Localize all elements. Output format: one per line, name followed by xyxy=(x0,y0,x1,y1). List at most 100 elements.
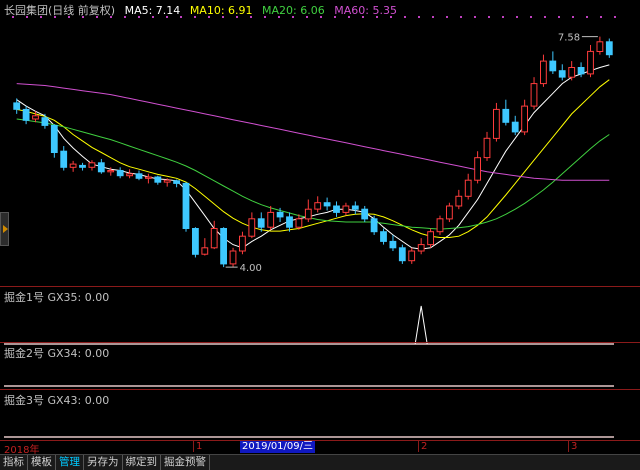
candle-body xyxy=(60,150,68,168)
candle-body xyxy=(173,180,180,184)
candle-body xyxy=(605,41,613,56)
candle-body xyxy=(50,125,58,153)
candle-body xyxy=(154,176,162,183)
top-marker-dot xyxy=(460,16,462,18)
candle-body xyxy=(530,83,538,107)
candle-body xyxy=(220,228,227,265)
candle-body xyxy=(333,205,340,213)
candle-body xyxy=(41,117,49,126)
tab-bind-to[interactable]: 绑定到 xyxy=(123,455,161,470)
time-tick xyxy=(418,440,419,452)
candle-body xyxy=(558,70,566,78)
top-marker-dot xyxy=(572,16,574,18)
top-marker-dot xyxy=(404,16,406,18)
candle-body xyxy=(88,162,96,168)
time-label-2: 2 xyxy=(421,441,428,452)
cursor-date: 2019/01/09/三 xyxy=(240,441,316,453)
stock-title: 长园集团(日线 前复权) xyxy=(4,4,116,17)
tab-save-as[interactable]: 另存为 xyxy=(84,455,123,470)
candle-body xyxy=(239,235,246,252)
tab-alert[interactable]: 掘金预警 xyxy=(161,455,210,470)
panel-divider xyxy=(0,389,640,390)
candle-body xyxy=(304,208,312,220)
time-label-1: 1 xyxy=(196,441,203,452)
candle-body xyxy=(389,240,397,249)
top-marker-dot xyxy=(516,16,518,18)
candle-body xyxy=(267,211,275,228)
top-marker-dot xyxy=(614,16,616,18)
candle-body xyxy=(32,115,39,120)
candle-body xyxy=(568,67,576,78)
ma5-readout: MA5: 7.14 xyxy=(124,4,181,17)
candle-body xyxy=(511,121,519,133)
candle-body xyxy=(229,250,237,265)
top-marker-dot xyxy=(488,16,490,18)
candle-body xyxy=(107,170,115,173)
candle-body xyxy=(380,231,387,242)
panel1-label: 掘金1号 GX35: 0.00 xyxy=(4,291,110,304)
candle-body xyxy=(540,60,547,85)
candle-body xyxy=(126,173,133,177)
panel-divider xyxy=(0,342,640,343)
ma-line-ma20 xyxy=(16,118,610,230)
candle-body xyxy=(342,205,350,213)
candle-body xyxy=(69,163,77,168)
candle-body xyxy=(145,176,152,179)
ma-line-ma5 xyxy=(16,64,610,250)
candle-body xyxy=(587,50,594,75)
time-tick xyxy=(193,440,194,452)
ma60-readout: MA60: 5.35 xyxy=(334,4,397,17)
time-tick xyxy=(568,440,569,452)
candle-body xyxy=(417,244,425,252)
candle-body xyxy=(13,102,21,110)
top-marker-dot xyxy=(432,16,434,18)
candle-body xyxy=(521,105,529,133)
indicator-toolbar: 指标 模板 管理 另存为 绑定到 掘金预警 xyxy=(0,454,640,470)
candle-body xyxy=(97,162,105,173)
candle-body xyxy=(295,218,303,228)
top-marker-dot xyxy=(446,16,448,18)
candle-body xyxy=(474,157,482,181)
tab-template[interactable]: 模板 xyxy=(28,455,56,470)
candle-body xyxy=(314,202,322,210)
candle-body xyxy=(79,164,86,168)
stock-chart[interactable]: 7.58 4.00 长园集团(日线 前复权) MA5: 7.14 MA10: 6.… xyxy=(0,0,640,470)
candle-body xyxy=(192,228,199,255)
candle-body xyxy=(201,247,209,255)
ma20-readout: MA20: 6.06 xyxy=(262,4,325,17)
candle-body xyxy=(398,247,406,262)
candle-body xyxy=(323,202,331,207)
candle-body xyxy=(361,208,369,220)
candle-body xyxy=(135,173,143,179)
candle-body xyxy=(549,60,557,72)
candle-body xyxy=(483,137,491,159)
candle-body xyxy=(276,211,284,218)
candle-body xyxy=(455,195,463,207)
low-price-label: 4.00 xyxy=(240,263,262,274)
top-marker-dot xyxy=(474,16,476,18)
top-marker-dot xyxy=(418,16,420,18)
candle-body xyxy=(370,218,378,233)
time-axis xyxy=(0,440,640,455)
panel2-label: 掘金2号 GX34: 0.00 xyxy=(4,347,110,360)
candle-body xyxy=(577,67,585,75)
candle-body xyxy=(596,41,604,52)
candle-body xyxy=(493,108,500,139)
candle-body xyxy=(163,179,171,183)
ma10-readout: MA10: 6.91 xyxy=(189,4,253,17)
ma-line-ma10 xyxy=(16,79,610,238)
candle-body xyxy=(351,205,359,210)
panel3-label: 掘金3号 GX43: 0.00 xyxy=(4,394,110,407)
candle-body xyxy=(22,108,30,121)
top-marker-dot xyxy=(502,16,504,18)
candle-body xyxy=(464,179,472,197)
chart-header: 长园集团(日线 前复权) MA5: 7.14 MA10: 6.91 MA20: … xyxy=(4,2,403,18)
candle-body xyxy=(182,182,190,229)
tab-manage[interactable]: 管理 xyxy=(56,455,84,470)
top-marker-dot xyxy=(544,16,546,18)
collapse-panel-handle[interactable] xyxy=(0,212,9,246)
tab-indicator[interactable]: 指标 xyxy=(0,455,28,470)
candle-body xyxy=(427,231,435,246)
candle-body xyxy=(210,228,218,249)
candle-body xyxy=(446,205,453,220)
